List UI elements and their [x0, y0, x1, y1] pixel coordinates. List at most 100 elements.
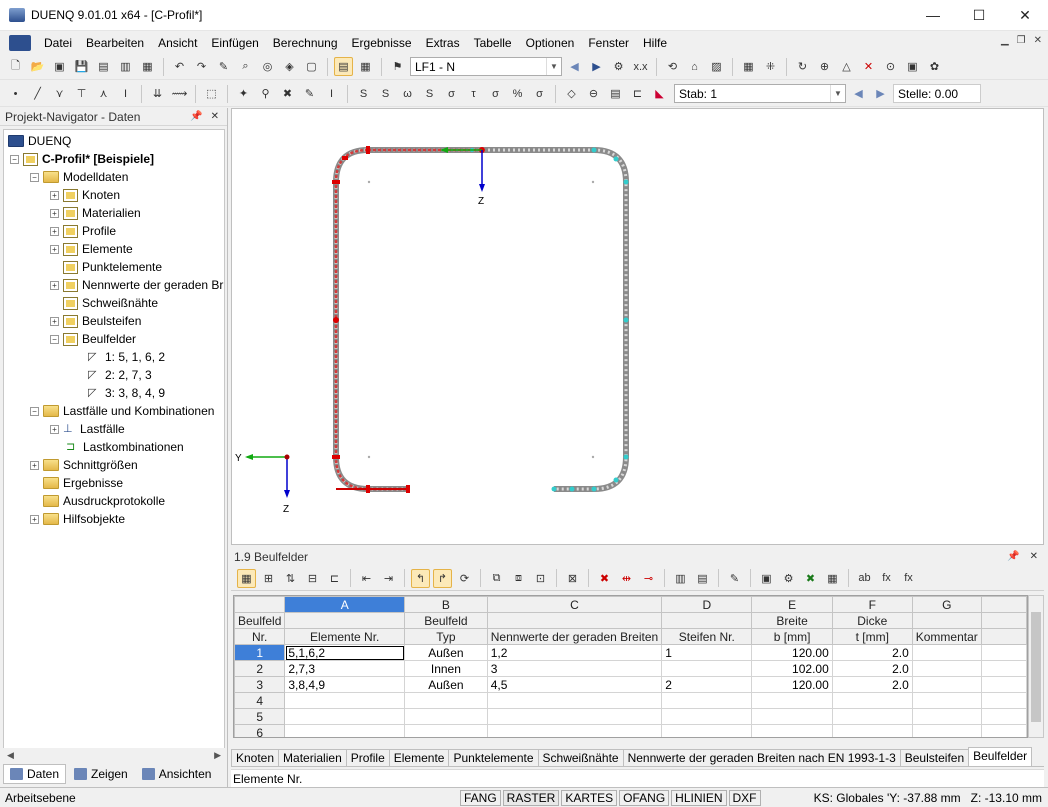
collapse-icon[interactable]: −	[50, 334, 59, 344]
cell-steifen[interactable]: 1	[661, 644, 753, 661]
delete-row-icon[interactable]: ⊸	[639, 569, 658, 588]
previous-icon[interactable]: ◀	[565, 57, 584, 76]
cell-typ[interactable]	[404, 724, 488, 737]
expand-icon[interactable]: +	[50, 226, 59, 236]
cell-elemente[interactable]	[284, 708, 406, 725]
copy-icon[interactable]: ⧉	[487, 569, 506, 588]
column-c-header[interactable]: C	[486, 596, 663, 613]
tree-profile[interactable]: + Profile	[50, 222, 116, 240]
bracket-icon[interactable]: ⊏	[325, 569, 344, 588]
stress-icon[interactable]: ⚲	[256, 84, 275, 103]
tab-ansichten[interactable]: Ansichten	[136, 765, 218, 783]
snap-button[interactable]: FANG	[460, 789, 501, 806]
view-icon[interactable]: ⚙	[779, 569, 798, 588]
cell-breite[interactable]	[751, 708, 833, 725]
menu-datei[interactable]: Datei	[37, 36, 79, 50]
target-icon[interactable]: ◎	[258, 57, 277, 76]
collapse-icon[interactable]: −	[10, 154, 19, 164]
eraser-icon[interactable]: ◇	[562, 84, 581, 103]
results-icon[interactable]: ⚙	[609, 57, 628, 76]
row-number[interactable]: 4	[234, 692, 286, 709]
table-toggle-icon[interactable]: ▦	[356, 57, 375, 76]
cell-typ[interactable]: Innen	[404, 660, 488, 677]
function-icon[interactable]: fx	[877, 569, 896, 588]
grid-button[interactable]: RASTER	[502, 789, 560, 806]
column-f-header[interactable]: F	[831, 596, 913, 613]
tree-knoten[interactable]: + Knoten	[50, 186, 120, 204]
cell-kommentar[interactable]	[911, 724, 982, 737]
tab-punktelemente[interactable]: Punktelemente	[448, 749, 539, 766]
cell-steifen[interactable]	[661, 692, 753, 709]
graphics-canvas[interactable]: Z Y Z	[231, 108, 1044, 545]
tab-elemente[interactable]: Elemente	[388, 749, 450, 766]
expand-icon[interactable]: +	[50, 424, 59, 434]
cell-dicke[interactable]: 2.0	[831, 676, 913, 693]
refresh-icon[interactable]: ⟳	[455, 569, 474, 588]
tree-punktelemente[interactable]: Punktelemente	[50, 258, 162, 276]
cell-nennwerte[interactable]	[486, 692, 663, 709]
cell-steifen[interactable]	[661, 724, 753, 737]
select-icon[interactable]: ⬚	[202, 84, 221, 103]
save-icon[interactable]: 💾	[72, 57, 91, 76]
tree-schnittgroessen[interactable]: + Schnittgrößen	[30, 456, 138, 474]
object-snap-button[interactable]: OFANG	[619, 789, 670, 806]
cell-kommentar[interactable]	[911, 644, 982, 661]
tab-schweissnaehte[interactable]: Schweißnähte	[537, 749, 624, 766]
menu-tabelle[interactable]: Tabelle	[467, 36, 519, 50]
table-edit-icon[interactable]: ▦	[237, 568, 256, 588]
tab-profile[interactable]: Profile	[345, 749, 390, 766]
sigma-x-icon[interactable]: σ	[442, 84, 461, 103]
tree-beulfeld-2[interactable]: ◸ 2: 2, 7, 3	[88, 366, 152, 384]
menu-fenster[interactable]: Fenster	[581, 36, 636, 50]
column-b-header[interactable]: B	[404, 596, 488, 613]
print-table-icon[interactable]: ▣	[757, 569, 776, 588]
menu-einfuegen[interactable]: Einfügen	[204, 36, 265, 50]
ibeam-icon[interactable]: I	[322, 84, 341, 103]
dxf-button[interactable]: DXF	[728, 789, 761, 806]
find-icon[interactable]: ⌕	[236, 57, 255, 76]
cell-nennwerte[interactable]: 3	[486, 660, 663, 677]
sigma-v-icon[interactable]: σ	[486, 84, 505, 103]
cell-breite[interactable]: 102.00	[751, 660, 833, 677]
colorscale-icon[interactable]: ◣	[650, 84, 669, 103]
collapse-icon[interactable]: −	[30, 172, 39, 182]
column-e-header[interactable]: E	[751, 596, 833, 613]
cell-kommentar[interactable]	[911, 692, 982, 709]
cell-nennwerte[interactable]: 4,5	[486, 676, 663, 693]
undo-icon[interactable]: ↶	[170, 57, 189, 76]
select-in-graphic-icon[interactable]: ↱	[433, 568, 452, 588]
line-icon[interactable]: ╱	[28, 84, 47, 103]
tree-nennwerte[interactable]: + Nennwerte der geraden Br	[50, 276, 223, 294]
cell-typ[interactable]	[404, 708, 488, 725]
expand-icon[interactable]: +	[50, 244, 59, 254]
plot-icon[interactable]: ✎	[300, 84, 319, 103]
redo-icon[interactable]: ↷	[192, 57, 211, 76]
next-member-icon[interactable]: ▶	[871, 84, 890, 103]
mdi-restore-icon[interactable]: ❐	[1017, 35, 1026, 46]
column-g-header[interactable]: G	[911, 596, 982, 613]
insert-row-icon[interactable]: ⊞	[259, 569, 278, 588]
expand-icon[interactable]: +	[50, 190, 59, 200]
zoom-icon[interactable]: ⊙	[881, 57, 900, 76]
chevron-down-icon[interactable]: ▼	[546, 58, 561, 75]
mdi-minimize-icon[interactable]: ▁	[1001, 35, 1009, 46]
load-icon[interactable]: ⇊	[148, 84, 167, 103]
expand-icon[interactable]: +	[50, 316, 59, 326]
expand-icon[interactable]: +	[50, 280, 59, 290]
new-file-icon[interactable]: 🗋	[6, 57, 25, 76]
chevron-down-icon[interactable]: ▼	[830, 85, 845, 102]
tab-zeigen[interactable]: Zeigen	[68, 765, 134, 783]
open-example-icon[interactable]: ▣	[50, 57, 69, 76]
tree-elemente[interactable]: + Elemente	[50, 240, 133, 258]
table-close-icon[interactable]: ✕	[1030, 551, 1038, 562]
generate-icon[interactable]: ◈	[280, 57, 299, 76]
note-icon[interactable]: ✎	[725, 569, 744, 588]
tree-beulfelder[interactable]: − Beulfelder	[50, 330, 136, 348]
tab-beulsteifen[interactable]: Beulsteifen	[899, 749, 970, 766]
cell-steifen[interactable]: 2	[661, 676, 753, 693]
cell-kommentar[interactable]	[911, 676, 982, 693]
display-icon[interactable]: ▨	[707, 57, 726, 76]
member-select[interactable]: Stab: 1 ▼	[674, 84, 846, 103]
tree-beulfeld-1[interactable]: ◸ 1: 5, 1, 6, 2	[88, 348, 165, 366]
tree-ergebnisse[interactable]: Ergebnisse	[30, 474, 123, 492]
